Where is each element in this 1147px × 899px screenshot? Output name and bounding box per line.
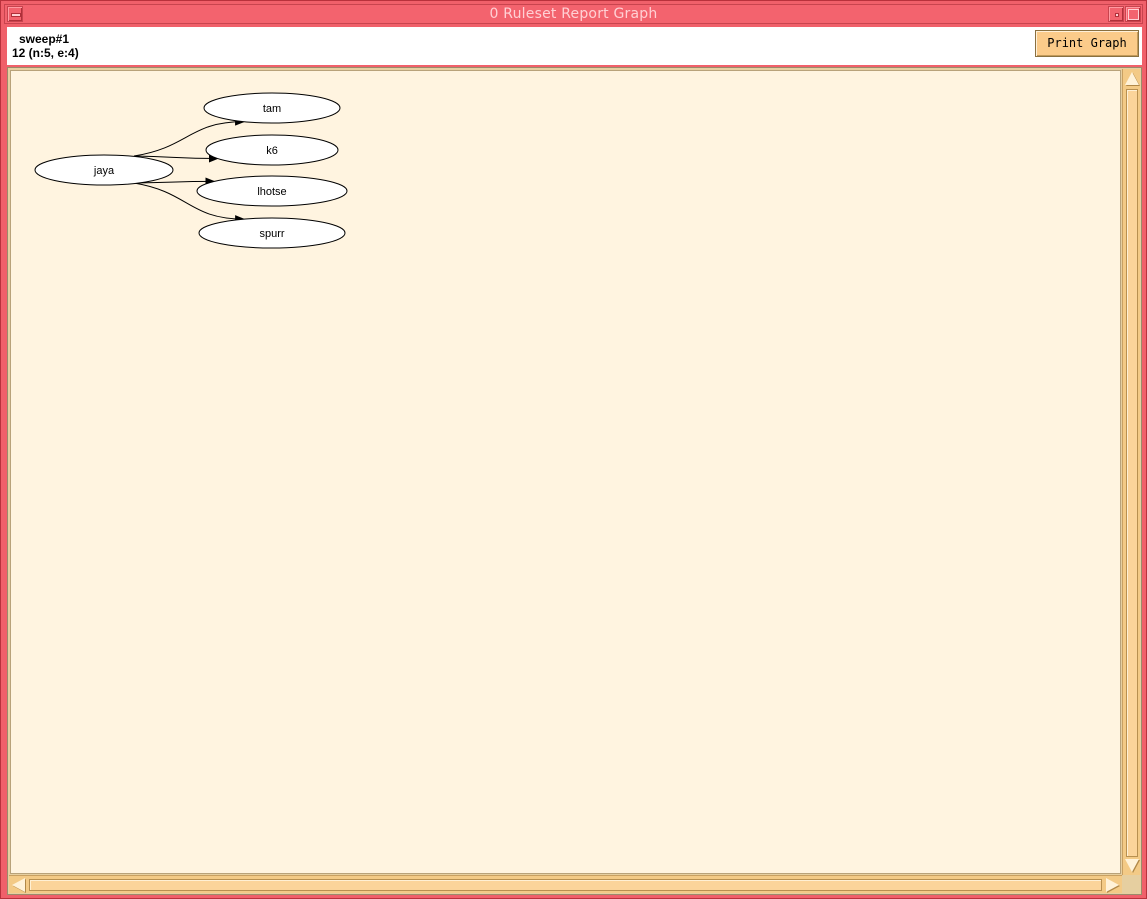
- horizontal-scrollbar[interactable]: [9, 875, 1122, 893]
- window-title: 0 Ruleset Report Graph: [489, 6, 658, 22]
- scrollbar-corner: [1122, 875, 1140, 893]
- graph-node-label: spurr: [259, 228, 284, 240]
- graph-summary: 12 (n:5, e:4): [12, 46, 79, 60]
- scroll-down-icon[interactable]: [1125, 859, 1139, 872]
- graph-node-label: tam: [263, 103, 281, 115]
- minimize-icon[interactable]: [1108, 6, 1124, 22]
- graph-canvas[interactable]: jaya tam k6 lhotse spurr: [10, 70, 1121, 874]
- maximize-icon[interactable]: [1125, 6, 1141, 22]
- graph-node-lhotse[interactable]: lhotse: [196, 175, 348, 207]
- horizontal-scroll-thumb[interactable]: [29, 879, 1102, 891]
- graph-node-label: lhotse: [257, 186, 286, 198]
- scroll-up-icon[interactable]: [1125, 72, 1139, 85]
- graph-viewport: jaya tam k6 lhotse spurr: [7, 67, 1142, 895]
- graph-node-tam[interactable]: tam: [203, 92, 341, 124]
- graph-drawing: jaya tam k6 lhotse spurr: [34, 92, 348, 249]
- vertical-scroll-thumb[interactable]: [1126, 89, 1138, 857]
- graph-node-label: k6: [266, 145, 278, 157]
- graph-name: sweep#1: [19, 32, 70, 46]
- graph-header: sweep#1 12 (n:5, e:4) Print Graph: [7, 27, 1142, 65]
- graph-node-k6[interactable]: k6: [205, 134, 339, 166]
- scroll-left-icon[interactable]: [12, 878, 25, 892]
- scroll-right-icon[interactable]: [1106, 878, 1119, 892]
- graph-node-jaya[interactable]: jaya: [34, 154, 174, 186]
- app-window: 0 Ruleset Report Graph sweep#1 12 (n:5, …: [0, 0, 1147, 899]
- title-bar[interactable]: 0 Ruleset Report Graph: [4, 4, 1143, 24]
- graph-node-label: jaya: [93, 165, 115, 177]
- print-graph-button[interactable]: Print Graph: [1035, 30, 1139, 57]
- graph-node-spurr[interactable]: spurr: [198, 217, 346, 249]
- vertical-scrollbar[interactable]: [1122, 69, 1140, 875]
